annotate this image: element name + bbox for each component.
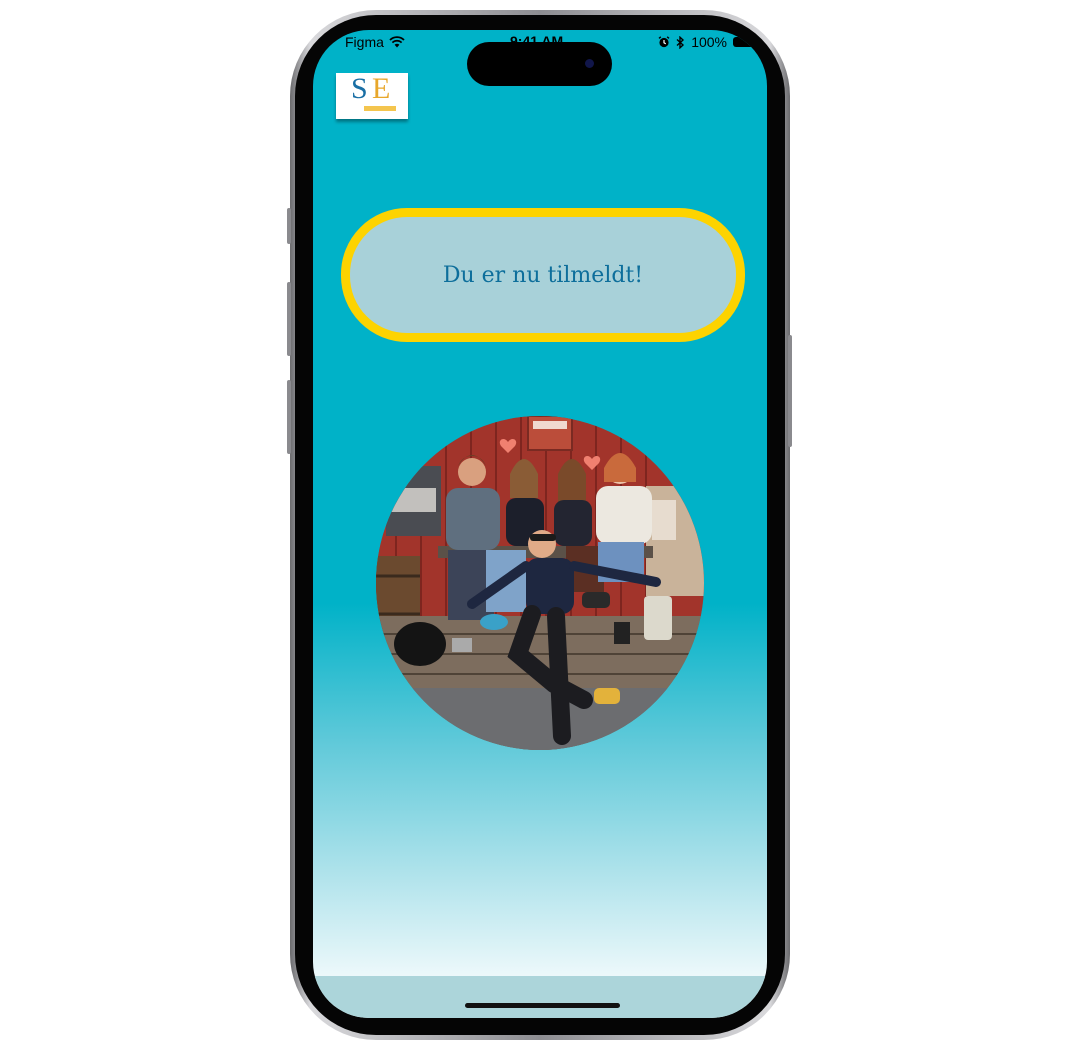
confirmation-message: Du er nu tilmeldt! [442,262,644,288]
status-left: Figma [345,34,405,50]
group-photo-illustration [376,416,704,750]
app-logo[interactable]: S E [336,73,408,119]
app-screen: Figma 9:41 AM 100% S E Du er nu tilmeldt… [313,30,767,1018]
volume-up-button [287,282,291,356]
logo-letter-s: S [351,72,368,105]
wifi-icon [389,36,405,48]
home-indicator[interactable] [465,1003,620,1008]
action-button [287,208,291,244]
battery-icon [733,37,758,47]
volume-down-button [287,380,291,454]
carrier-label: Figma [345,34,384,50]
power-button [788,335,792,447]
status-right: 100% [658,34,758,50]
camera-lens [585,59,594,68]
bluetooth-icon [676,35,685,49]
confirmation-pill: Du er nu tilmeldt! [341,208,745,342]
logo-underline-bar [364,106,396,111]
battery-percent: 100% [691,34,727,50]
logo-letter-e: E [372,72,391,105]
alarm-icon [658,36,670,48]
bottom-band [313,976,767,1018]
dynamic-island [467,42,612,86]
group-photo [376,416,704,750]
